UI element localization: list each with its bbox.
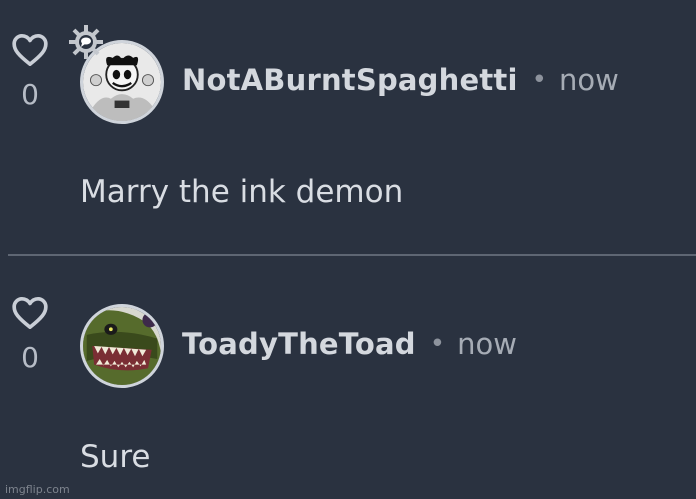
username[interactable]: ToadyTheToad bbox=[182, 327, 416, 361]
comment: 0 ToadyTheToad • now Sure bbox=[0, 256, 696, 499]
watermark: imgflip.com bbox=[5, 483, 70, 496]
like-control: 0 bbox=[8, 30, 52, 112]
heart-icon[interactable] bbox=[10, 30, 50, 70]
heart-icon[interactable] bbox=[10, 293, 50, 333]
like-count: 0 bbox=[21, 78, 39, 111]
comment-header: NotABurntSpaghetti • now bbox=[182, 60, 619, 100]
separator-dot: • bbox=[531, 65, 547, 95]
comment-header: ToadyTheToad • now bbox=[182, 324, 517, 364]
comment-text: Sure bbox=[80, 439, 151, 475]
comment: 0 NotABurntSpaghetti • now Marry the ink… bbox=[0, 0, 696, 254]
comment-text: Marry the ink demon bbox=[80, 174, 404, 210]
username[interactable]: NotABurntSpaghetti bbox=[182, 63, 518, 97]
like-control: 0 bbox=[8, 293, 52, 375]
timestamp: now bbox=[558, 63, 619, 97]
avatar[interactable] bbox=[80, 304, 164, 388]
timestamp: now bbox=[457, 327, 517, 361]
separator-dot: • bbox=[429, 329, 446, 359]
like-count: 0 bbox=[21, 341, 39, 374]
gear-badge-icon bbox=[69, 25, 103, 59]
